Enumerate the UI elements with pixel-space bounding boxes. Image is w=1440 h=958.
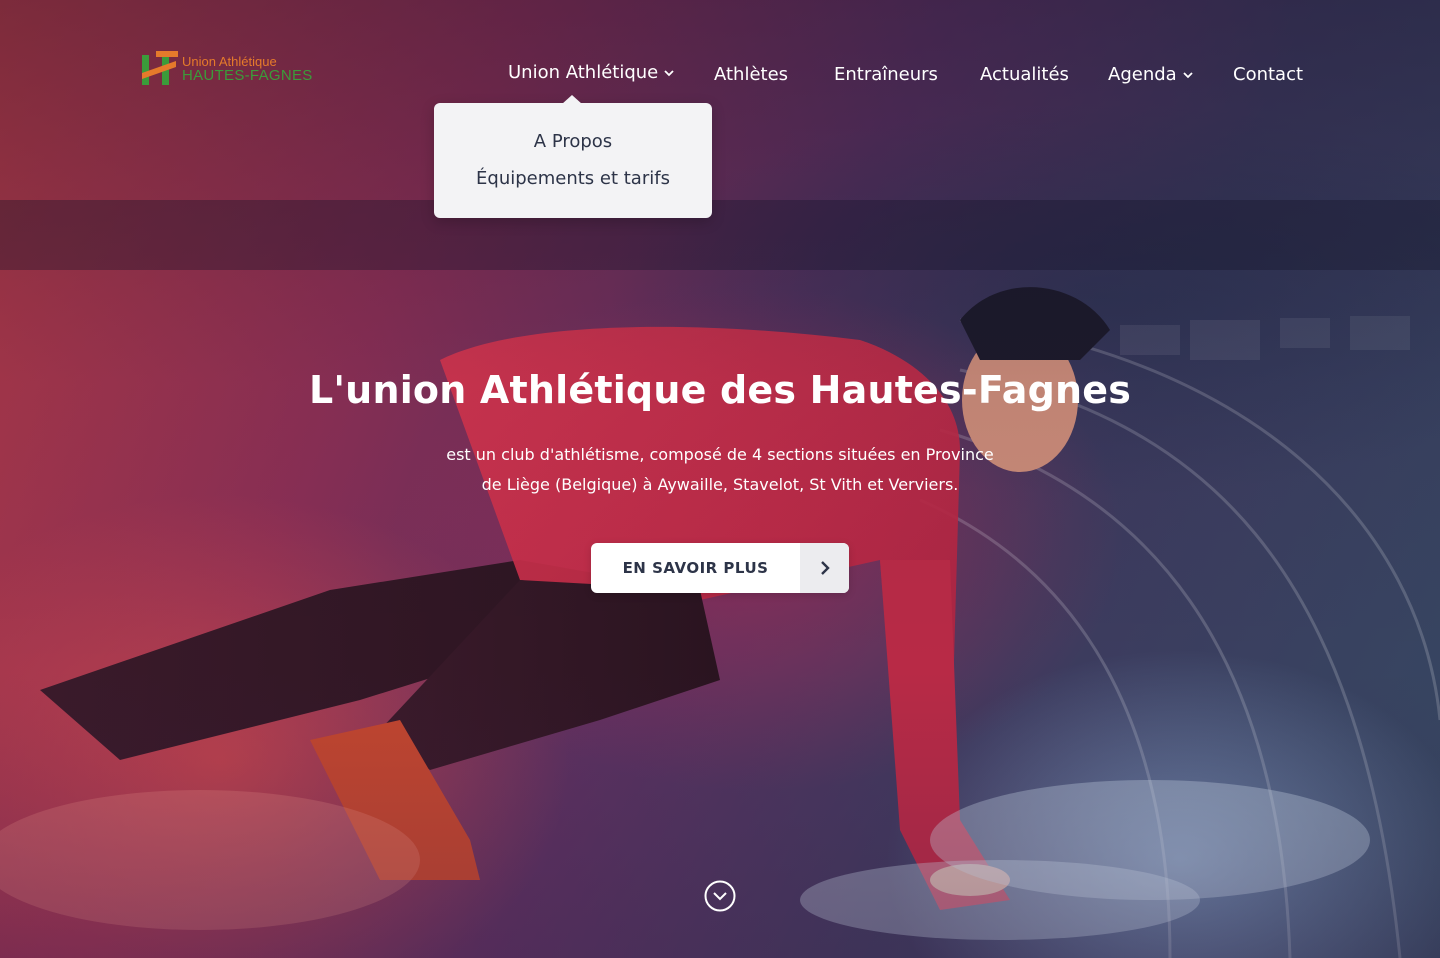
logo-text: Union Athlétique HAUTES-FAGNES: [182, 55, 313, 84]
hero-subtitle-line-1: est un club d'athlétisme, composé de 4 s…: [446, 445, 994, 464]
nav-item-entraineurs[interactable]: Entraîneurs: [834, 64, 938, 85]
hero-subtitle-line-2: de Liège (Belgique) à Aywaille, Stavelot…: [481, 475, 959, 494]
hero-subtitle: est un club d'athlétisme, composé de 4 s…: [440, 440, 1000, 500]
chevron-down-circle-icon[interactable]: [704, 880, 736, 912]
nav-item-athletes[interactable]: Athlètes: [714, 64, 788, 85]
site-logo[interactable]: Union Athlétique HAUTES-FAGNES: [140, 50, 320, 88]
cta-label: EN SAVOIR PLUS: [622, 559, 769, 577]
nav-item-actualites[interactable]: Actualités: [980, 64, 1069, 85]
chevron-right-icon: [820, 561, 830, 575]
dropdown-item-a-propos[interactable]: A Propos: [434, 131, 712, 152]
nav-item-union-athletique[interactable]: Union Athlétique: [508, 62, 674, 83]
nav-item-label: Entraîneurs: [834, 64, 938, 85]
nav-item-agenda[interactable]: Agenda: [1108, 64, 1193, 85]
nav-item-label: Agenda: [1108, 64, 1177, 85]
en-savoir-plus-button[interactable]: EN SAVOIR PLUS: [591, 543, 849, 593]
nav-item-label: Contact: [1233, 64, 1304, 85]
chevron-down-icon: [664, 69, 674, 76]
logo-line-2: HAUTES-FAGNES: [182, 67, 313, 84]
chevron-down-icon: [1183, 71, 1193, 78]
cta-arrow: [800, 543, 849, 593]
union-athletique-dropdown: A Propos Équipements et tarifs: [434, 95, 712, 218]
logo-mark-icon: [142, 51, 178, 85]
nav-item-label: Athlètes: [714, 64, 789, 85]
dropdown-item-equipements-tarifs[interactable]: Équipements et tarifs: [434, 168, 712, 189]
hero-title: L'union Athlétique des Hautes-Fagnes: [308, 368, 1132, 412]
nav-item-label: Actualités: [980, 64, 1069, 85]
nav-item-contact[interactable]: Contact: [1233, 64, 1303, 85]
nav-item-label: Union Athlétique: [508, 62, 659, 83]
